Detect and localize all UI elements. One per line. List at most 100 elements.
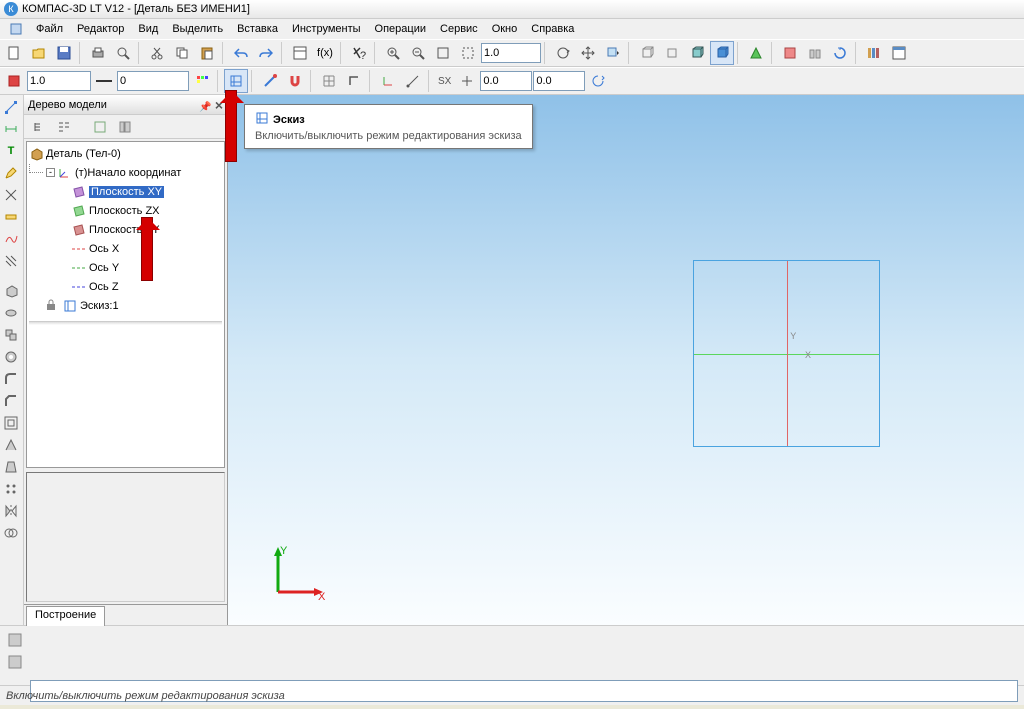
copy-icon[interactable]: [170, 41, 194, 65]
tree-mode2-icon[interactable]: [53, 117, 75, 137]
system-menu-icon[interactable]: [4, 17, 28, 41]
perspective-icon[interactable]: [744, 41, 768, 65]
op-pattern-icon[interactable]: [0, 479, 22, 499]
constraint-icon[interactable]: [0, 185, 22, 205]
spline-icon[interactable]: [0, 229, 22, 249]
magnet-icon[interactable]: [283, 69, 307, 93]
app-logo-icon: К: [4, 2, 18, 16]
op-extrude-icon[interactable]: [0, 281, 22, 301]
tree-plane-xy[interactable]: Плоскость XY: [29, 182, 222, 201]
viewport-3d[interactable]: Y X Y X: [228, 95, 1024, 625]
op-shell-icon[interactable]: [0, 413, 22, 433]
cut-icon[interactable]: [145, 41, 169, 65]
op-draft-icon[interactable]: [0, 457, 22, 477]
open-icon[interactable]: [27, 41, 51, 65]
menu-operations[interactable]: Операции: [369, 21, 432, 37]
tree-mode1-icon[interactable]: [28, 117, 50, 137]
menu-view[interactable]: Вид: [132, 21, 164, 37]
ortho-icon[interactable]: [342, 69, 366, 93]
zoom-window-icon[interactable]: [456, 41, 480, 65]
stop-icon[interactable]: [2, 69, 26, 93]
menu-help[interactable]: Справка: [525, 21, 580, 37]
tree-axis-z[interactable]: Ось Z: [29, 277, 222, 296]
manager-icon[interactable]: [887, 41, 911, 65]
op-fillet-icon[interactable]: [0, 369, 22, 389]
op-rib-icon[interactable]: [0, 435, 22, 455]
print-icon[interactable]: [86, 41, 110, 65]
tree-axis-x[interactable]: Ось X: [29, 239, 222, 258]
section-icon[interactable]: [778, 41, 802, 65]
menu-select[interactable]: Выделить: [166, 21, 229, 37]
tree-plane-zy[interactable]: Плоскость ZY: [29, 220, 222, 239]
undo-icon[interactable]: [229, 41, 253, 65]
x-input[interactable]: [480, 71, 532, 91]
grid-icon[interactable]: [317, 69, 341, 93]
refresh-icon[interactable]: [586, 69, 610, 93]
menu-insert[interactable]: Вставка: [231, 21, 284, 37]
text-icon[interactable]: Т: [0, 141, 22, 161]
redo-icon[interactable]: [254, 41, 278, 65]
local-cs-icon[interactable]: [376, 69, 400, 93]
layer-color-icon[interactable]: [190, 69, 214, 93]
model-tree[interactable]: Деталь (Тел-0) - (т)Начало координат Пло…: [26, 141, 225, 468]
properties-icon[interactable]: [288, 41, 312, 65]
menu-file[interactable]: Файл: [30, 21, 69, 37]
tree-view1-icon[interactable]: [89, 117, 111, 137]
geom-point-icon[interactable]: [0, 97, 22, 117]
menu-editor[interactable]: Редактор: [71, 21, 130, 37]
zoom-combo[interactable]: [481, 43, 541, 63]
sxy-icon[interactable]: [455, 69, 479, 93]
prop-apply-icon[interactable]: [4, 630, 26, 650]
menu-window[interactable]: Окно: [486, 21, 524, 37]
variables-icon[interactable]: f(x): [313, 41, 337, 65]
menu-service[interactable]: Сервис: [434, 21, 484, 37]
sx-label: SX: [438, 76, 451, 87]
hidden-lines-icon[interactable]: [660, 41, 684, 65]
hatch-icon[interactable]: [0, 251, 22, 271]
tree-sketch[interactable]: Эскиз:1: [29, 296, 222, 315]
op-mirror-icon[interactable]: [0, 501, 22, 521]
y-input[interactable]: [533, 71, 585, 91]
tree-view2-icon[interactable]: [114, 117, 136, 137]
tree-plane-zx[interactable]: Плоскость ZX: [29, 201, 222, 220]
tree-origin[interactable]: - (т)Начало координат: [29, 163, 222, 182]
rebuild-icon[interactable]: [828, 41, 852, 65]
new-icon[interactable]: [2, 41, 26, 65]
edit-icon[interactable]: [0, 163, 22, 183]
coord-icon[interactable]: [401, 69, 425, 93]
simplify-icon[interactable]: [803, 41, 827, 65]
pin-icon[interactable]: [199, 101, 211, 113]
rotate-icon[interactable]: [551, 41, 575, 65]
preview-icon[interactable]: [111, 41, 135, 65]
zoom-in-icon[interactable]: [381, 41, 405, 65]
shaded-icon[interactable]: [710, 41, 734, 65]
library-icon[interactable]: [862, 41, 886, 65]
prop-cancel-icon[interactable]: [4, 652, 26, 672]
measure-icon[interactable]: [0, 207, 22, 227]
paste-icon[interactable]: [195, 41, 219, 65]
panel-title: Дерево модели: [28, 99, 107, 111]
op-chamfer-icon[interactable]: [0, 391, 22, 411]
orient-dropdown-icon[interactable]: [601, 41, 625, 65]
tab-build[interactable]: Построение: [26, 606, 105, 626]
window-title: КОМПАС-3D LT V12 - [Деталь БЕЗ ИМЕНИ1]: [22, 3, 250, 15]
op-revolve-icon[interactable]: [0, 303, 22, 323]
op-boolean-icon[interactable]: [0, 523, 22, 543]
op-hole-icon[interactable]: [0, 347, 22, 367]
tree-root[interactable]: Деталь (Тел-0): [29, 144, 222, 163]
zoom-fit-icon[interactable]: [431, 41, 455, 65]
wireframe-icon[interactable]: [635, 41, 659, 65]
zoom-out-icon[interactable]: [406, 41, 430, 65]
help-icon[interactable]: ?: [347, 41, 371, 65]
menu-tools[interactable]: Инструменты: [286, 21, 367, 37]
scale-input[interactable]: [27, 71, 91, 91]
shaded-wireframe-icon[interactable]: [685, 41, 709, 65]
op-loft-icon[interactable]: [0, 325, 22, 345]
snap-icon[interactable]: [258, 69, 282, 93]
dimension-icon[interactable]: [0, 119, 22, 139]
save-icon[interactable]: [52, 41, 76, 65]
linetype-icon[interactable]: [92, 69, 116, 93]
tree-axis-y[interactable]: Ось Y: [29, 258, 222, 277]
layer-input[interactable]: [117, 71, 189, 91]
pan-icon[interactable]: [576, 41, 600, 65]
